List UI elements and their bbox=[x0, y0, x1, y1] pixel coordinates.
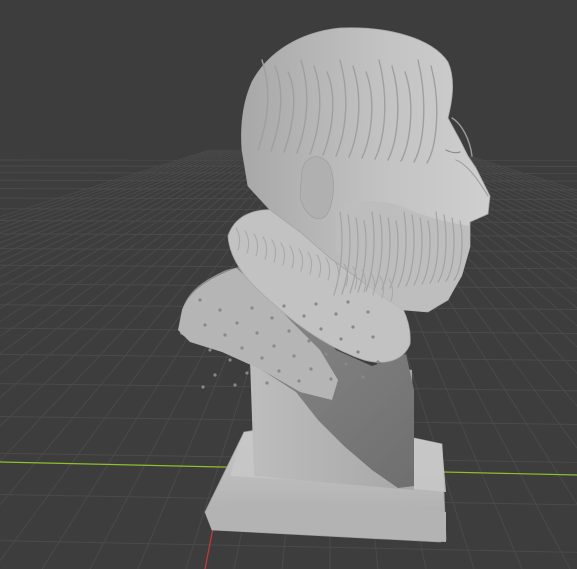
cloak-texture-dot bbox=[307, 339, 311, 343]
cloak-texture-dot bbox=[270, 316, 274, 320]
cloak-texture-dot bbox=[245, 371, 249, 375]
cloak-texture-dot bbox=[235, 321, 239, 325]
cloak-texture-dot bbox=[282, 304, 286, 308]
cloak-texture-dot bbox=[265, 381, 269, 385]
cloak-texture-dot bbox=[272, 344, 276, 348]
cloak-texture-dot bbox=[376, 360, 380, 364]
cloak-texture-dot bbox=[319, 327, 323, 331]
cloak-texture-dot bbox=[213, 373, 217, 377]
cloak-texture-dot bbox=[201, 385, 205, 389]
grid-line-depth bbox=[0, 149, 219, 225]
cloak-texture-dot bbox=[371, 335, 375, 339]
cloak-texture-dot bbox=[309, 367, 313, 371]
cloak-texture-dot bbox=[324, 352, 328, 356]
cloak-texture-dot bbox=[314, 302, 318, 306]
grid-line-depth bbox=[0, 149, 211, 218]
cloak-texture-dot bbox=[339, 337, 343, 341]
cloak-texture-dot bbox=[302, 314, 306, 318]
cloak-texture-dot bbox=[287, 329, 291, 333]
cloak-texture-dot bbox=[250, 306, 254, 310]
cloak-texture-dot bbox=[366, 310, 370, 314]
cloak-texture-dot bbox=[208, 348, 212, 352]
cloak-texture-dot bbox=[277, 369, 281, 373]
cloak-texture-dot bbox=[233, 383, 237, 387]
cloak-texture-dot bbox=[240, 346, 244, 350]
cloak-texture-dot bbox=[334, 312, 338, 316]
bust-ear bbox=[299, 156, 334, 220]
cloak-texture-dot bbox=[260, 356, 264, 360]
viewport-canvas[interactable] bbox=[0, 0, 577, 569]
cloak-texture-dot bbox=[255, 331, 259, 335]
cloak-texture-dot bbox=[351, 325, 355, 329]
cloak-texture-dot bbox=[292, 354, 296, 358]
cloak-texture-dot bbox=[356, 350, 360, 354]
cloak-texture-dot bbox=[297, 379, 301, 383]
y-axis-line bbox=[204, 527, 214, 569]
cloak-texture-dot bbox=[203, 323, 207, 327]
cloak-texture-dot bbox=[344, 362, 348, 366]
cloak-texture-dot bbox=[218, 308, 222, 312]
cloak-texture-dot bbox=[329, 377, 333, 381]
3d-viewport[interactable] bbox=[0, 0, 577, 569]
cloak-texture-dot bbox=[228, 358, 232, 362]
bust-mesh[interactable] bbox=[178, 27, 491, 543]
cloak-texture-dot bbox=[198, 298, 202, 302]
cloak-texture-dot bbox=[361, 375, 365, 379]
cloak-texture-dot bbox=[346, 300, 350, 304]
grid-line-horizontal bbox=[0, 540, 577, 553]
cloak-texture-dot bbox=[223, 333, 227, 337]
